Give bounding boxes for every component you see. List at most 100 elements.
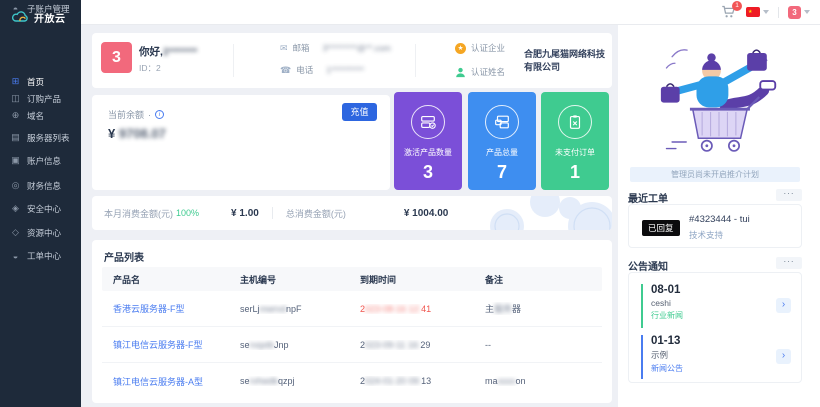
language-selector[interactable]: ★ [746, 7, 769, 17]
ticket-category-link[interactable]: 技术支持 [689, 229, 723, 241]
cert-company-row[interactable]: ★ 认证企业 [455, 42, 505, 54]
masked-email: 3*********@**.com [323, 43, 391, 53]
email-row: ✉ 邮箱 3*********@**.com [280, 42, 391, 54]
notice-title: ceshi [651, 298, 791, 308]
notice-title: 示例 [651, 349, 791, 361]
stat-label: 未支付订单 [541, 147, 609, 158]
cert-name-label: 认证姓名 [471, 66, 505, 78]
consumption-row: 本月消费金额(元) 100% ¥ 1.00 总消费金额(元) ¥ 1004.00 [92, 196, 612, 230]
sidebar-item-label: 资源中心 [27, 227, 61, 239]
chevron-right-icon[interactable]: › [776, 298, 791, 313]
recharge-button[interactable]: 充值 [342, 103, 377, 121]
sidebar-item-label: 服务器列表 [27, 132, 70, 144]
orders-icon: ◫ [10, 93, 21, 104]
sidebar-item-label: 安全中心 [27, 203, 61, 215]
domain-icon: ⊕ [10, 110, 21, 121]
column-header: 主机编号 [229, 273, 349, 286]
stat-value: 1 [541, 162, 609, 183]
balance-card: 当前余额 · i ¥ 9708.07 充值 [92, 95, 390, 190]
person-cert-icon [455, 67, 466, 78]
notice-date: 08-01 [651, 284, 791, 296]
consumption-card: 本月消费金额(元) 100% ¥ 1.00 总消费金额(元) ¥ 1004.00 [92, 196, 612, 230]
stat-card-unpaid-orders[interactable]: 未支付订单 1 [541, 92, 609, 190]
right-panel: 管理员尚未开启推介计划 最近工单 ··· 已回复 #4323444 - tui … [618, 25, 820, 407]
sidebar-item-orders[interactable]: ◫ 订购产品 [0, 90, 81, 107]
remark-cell: -- [474, 340, 602, 350]
referral-status-bar[interactable]: 管理员尚未开启推介计划 [630, 167, 800, 182]
stat-card-total-products[interactable]: 产品总量 7 [468, 92, 536, 190]
sidebar-item-domain[interactable]: ⊕ 域名 [0, 107, 81, 124]
sidebar-item-finance[interactable]: ◎ 财务信息 [0, 177, 81, 194]
info-icon[interactable]: i [155, 110, 164, 119]
divider [233, 44, 234, 77]
balance-amount: ¥ 9708.07 [108, 126, 166, 141]
email-label: 邮箱 [293, 42, 310, 54]
greeting-prefix: 你好, [139, 46, 163, 58]
user-info-card: 3 你好,2******* ID：2 ✉ 邮箱 3*********@**.co… [92, 33, 612, 88]
promo-illustration [644, 33, 794, 161]
unpaid-orders-icon [558, 105, 592, 139]
notice-date: 01-13 [651, 335, 791, 347]
notice-item[interactable]: 01-13 示例 新闻公告 › [641, 335, 791, 379]
server-list-icon: ▤ [10, 132, 21, 143]
sidebar-item-resources[interactable]: ◇ 资源中心 [0, 224, 81, 241]
column-header: 备注 [474, 273, 602, 286]
flag-icon: ★ [746, 7, 760, 17]
user-menu[interactable]: 3 [788, 6, 810, 19]
table-row: 镇江电信云服务器-F型 servqxtbJnp 2023-09-11 16:29… [102, 327, 602, 363]
sidebar-item-label: 子账户管理 [27, 3, 70, 15]
email-icon: ✉ [280, 43, 288, 54]
stat-value: 7 [468, 162, 536, 183]
sidebar-item-security[interactable]: ◈ 安全中心 [0, 200, 81, 217]
notices-more-button[interactable]: ··· [776, 257, 802, 269]
chevron-right-icon[interactable]: › [776, 349, 791, 364]
ticket-center-icon: ◒ [10, 251, 21, 261]
table-row: 镇江电信云服务器-A型 servhwdkqzpj 2024-01-20 09:1… [102, 363, 602, 399]
topbar: 1 ★ 3 [81, 0, 820, 25]
sidebar-item-server-list[interactable]: ▤ 服务器列表 [0, 129, 81, 146]
dashboard-screen: 开放云 ⊞ 首页 ◫ 订购产品 ⊕ 域名 ▤ 服务器列表 ▣ 账户信息 ◎ 财务… [0, 0, 820, 407]
dot: · [148, 110, 151, 120]
avatar: 3 [788, 6, 801, 19]
sidebar-item-ticket-center[interactable]: ◒ 工单中心 [0, 247, 81, 264]
greeting-text: 你好,2******* [139, 44, 197, 59]
product-list-card: 产品列表 产品名 主机编号 到期时间 备注 香港云服务器-F型 serLjmwr… [92, 240, 612, 403]
masked-phone: 1********** [326, 65, 364, 75]
stat-label: 激活产品数量 [394, 147, 462, 158]
total-consumption-label: 总消费金额(元) [286, 207, 346, 220]
cart-badge: 1 [732, 1, 742, 11]
ticket-status-badge: 已回复 [642, 220, 680, 236]
product-list-title: 产品列表 [104, 249, 144, 264]
sidebar-item-label: 域名 [27, 110, 44, 122]
ticket-card[interactable]: 已回复 #4323444 - tui 技术支持 [628, 204, 802, 248]
host-id-cell: serLjmwrvdnpF [229, 304, 349, 314]
phone-label: 电话 [296, 64, 313, 76]
sidebar-item-label: 首页 [27, 76, 44, 88]
product-name-link[interactable]: 镇江电信云服务器-A型 [102, 375, 229, 388]
sidebar-item-home[interactable]: ⊞ 首页 [0, 73, 81, 90]
stat-card-active-products[interactable]: 激活产品数量 3 [394, 92, 462, 190]
user-id: ID：2 [139, 62, 161, 74]
chevron-down-icon [763, 10, 769, 14]
resources-icon: ◇ [10, 227, 21, 238]
column-header: 到期时间 [349, 273, 474, 286]
masked-balance: 9708.07 [119, 126, 166, 141]
sidebar-item-subaccounts[interactable]: ◓ 子账户管理 [0, 0, 81, 17]
balance-label: 当前余额 [108, 108, 144, 121]
notice-item[interactable]: 08-01 ceshi 行业新闻 › [641, 284, 791, 328]
sidebar-item-account[interactable]: ▣ 账户信息 [0, 152, 81, 169]
product-name-link[interactable]: 香港云服务器-F型 [102, 302, 229, 315]
tickets-more-button[interactable]: ··· [776, 189, 802, 201]
cart-button[interactable]: 1 [721, 4, 737, 20]
cert-company-label: 认证企业 [471, 42, 505, 54]
notices-title: 公告通知 [628, 258, 668, 273]
notice-category: 行业新闻 [651, 310, 791, 321]
sidebar-item-label: 工单中心 [27, 250, 61, 262]
balance-label-row: 当前余额 · i [108, 108, 164, 121]
expire-date-cell: 2023-09-11 16:29 [349, 340, 474, 350]
cert-name-row[interactable]: 认证姓名 [455, 66, 505, 78]
masked-username: 2******* [163, 46, 197, 58]
month-consumption-label: 本月消费金额(元) [104, 207, 173, 220]
total-consumption-value: ¥ 1004.00 [404, 208, 449, 219]
product-name-link[interactable]: 镇江电信云服务器-F型 [102, 338, 229, 351]
